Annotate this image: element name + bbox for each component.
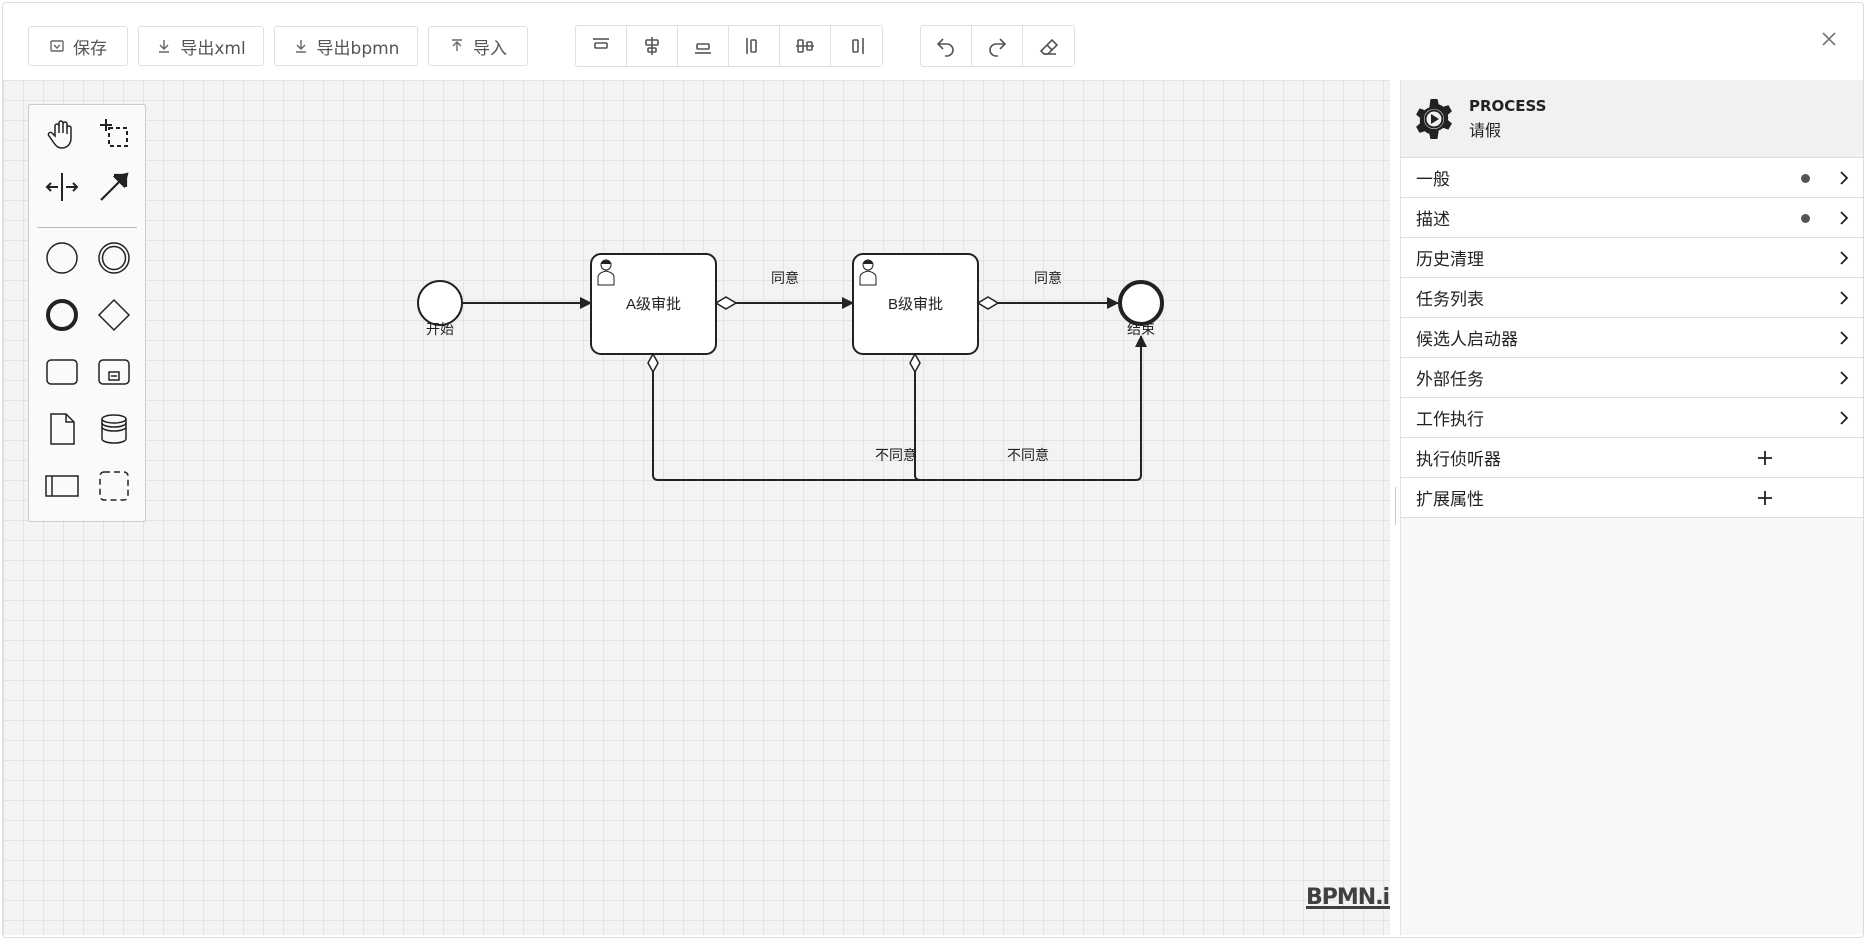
- panel-group-label: 历史清理: [1416, 250, 1484, 270]
- has-entries-dot: [1801, 214, 1810, 223]
- process-gear-icon: [1416, 98, 1452, 139]
- panel-group-label: 一般: [1416, 170, 1450, 190]
- panel-group-label: 描述: [1416, 210, 1450, 230]
- plus-icon[interactable]: [1756, 449, 1774, 467]
- export-bpmn-button[interactable]: 导出bpmn: [274, 26, 418, 66]
- redo-button[interactable]: [972, 26, 1023, 66]
- task-a-level-approval[interactable]: A级审批: [590, 253, 717, 355]
- properties-panel: PROCESS 请假 一般描述历史清理任务列表候选人启动器 外部任务工作执行执行侦…: [1400, 80, 1863, 935]
- diagram-canvas[interactable]: 开始 A级审批 同意 B级审批 同意 不同意 不同意 结束 BPMN.i: [3, 80, 1390, 935]
- flow-agree-label-2: 同意: [1034, 270, 1062, 286]
- download-icon: [295, 40, 306, 53]
- chevron-right-icon[interactable]: [1837, 250, 1851, 266]
- align-right-button[interactable]: [831, 26, 882, 66]
- panel-group-label: 工作执行: [1416, 410, 1484, 430]
- panel-group-label: 任务列表: [1416, 290, 1484, 310]
- import-label: 导入: [473, 38, 507, 59]
- conditional-flow-diamond: [647, 352, 659, 374]
- bpmn-diagram: 开始 A级审批 同意 B级审批 同意 不同意 不同意 结束: [417, 253, 1164, 481]
- eraser-icon: [1039, 38, 1058, 55]
- element-type: PROCESS: [1469, 96, 1547, 115]
- align-center-icon: [796, 39, 814, 53]
- panel-group-label: 扩展属性: [1416, 490, 1484, 510]
- task-b-label: B级审批: [888, 296, 943, 313]
- panel-group-2[interactable]: 历史清理: [1401, 238, 1863, 278]
- align-bottom-button[interactable]: [678, 26, 729, 66]
- align-middle-icon: [645, 37, 659, 55]
- panel-group-1[interactable]: 描述: [1401, 198, 1863, 238]
- import-button[interactable]: 导入: [428, 26, 528, 66]
- chevron-right-icon[interactable]: [1837, 370, 1851, 386]
- task-a-label: A级审批: [626, 296, 681, 313]
- chevron-right-icon[interactable]: [1837, 410, 1851, 426]
- panel-group-8[interactable]: 扩展属性: [1401, 478, 1863, 518]
- align-top-button[interactable]: [576, 26, 627, 66]
- panel-header: PROCESS 请假: [1401, 80, 1863, 158]
- align-button-group: [575, 25, 883, 67]
- panel-group-label: 执行侦听器: [1416, 450, 1501, 470]
- undo-icon: [936, 38, 954, 57]
- export-bpmn-label: 导出bpmn: [316, 38, 400, 59]
- flow-disagree-label-2: 不同意: [1007, 447, 1049, 463]
- align-left-button[interactable]: [729, 26, 780, 66]
- history-button-group: [920, 25, 1075, 67]
- close-icon[interactable]: [1818, 28, 1840, 50]
- conditional-flow-diamond: [714, 296, 738, 310]
- save-icon: [50, 40, 64, 52]
- redo-icon: [989, 38, 1007, 57]
- align-top-icon: [593, 38, 609, 49]
- clear-button[interactable]: [1023, 26, 1074, 66]
- chevron-right-icon[interactable]: [1837, 210, 1851, 226]
- bpmn-io-logo[interactable]: BPMN.io: [1306, 885, 1390, 910]
- panel-group-6[interactable]: 工作执行: [1401, 398, 1863, 438]
- download-icon: [159, 40, 170, 53]
- plus-icon[interactable]: [1756, 489, 1774, 507]
- panel-group-4[interactable]: 候选人启动器: [1401, 318, 1863, 358]
- task-b-level-approval[interactable]: B级审批: [852, 253, 979, 355]
- panel-group-3[interactable]: 任务列表: [1401, 278, 1863, 318]
- upload-icon: [452, 39, 462, 51]
- save-button[interactable]: 保存: [28, 26, 128, 66]
- align-center-button[interactable]: [780, 26, 831, 66]
- element-name: 请假: [1469, 120, 1502, 140]
- end-event[interactable]: [1118, 280, 1164, 326]
- chevron-right-icon[interactable]: [1837, 170, 1851, 186]
- panel-group-label: 外部任务: [1416, 370, 1484, 390]
- panel-group-5[interactable]: 外部任务: [1401, 358, 1863, 398]
- panel-group-0[interactable]: 一般: [1401, 158, 1863, 198]
- export-xml-button[interactable]: 导出xml: [138, 26, 264, 66]
- align-middle-button[interactable]: [627, 26, 678, 66]
- flow-agree-label-1: 同意: [771, 270, 799, 286]
- end-event-label: 结束: [1127, 321, 1155, 337]
- panel-header-text: PROCESS 请假: [1469, 97, 1546, 141]
- align-left-icon: [746, 38, 757, 54]
- align-bottom-icon: [695, 43, 711, 54]
- export-xml-label: 导出xml: [180, 38, 246, 59]
- conditional-flow-diamond: [976, 296, 1000, 310]
- chevron-right-icon[interactable]: [1837, 330, 1851, 346]
- panel-groups: 一般描述历史清理任务列表候选人启动器 外部任务工作执行执行侦听器扩展属性: [1401, 158, 1863, 518]
- save-label: 保存: [73, 38, 107, 59]
- align-right-icon: [851, 38, 864, 54]
- conditional-flow-diamond: [909, 352, 921, 374]
- flow-disagree-label-1: 不同意: [875, 447, 917, 463]
- panel-group-label: 候选人启动器: [1416, 330, 1518, 350]
- undo-button[interactable]: [921, 26, 972, 66]
- start-event[interactable]: [417, 280, 463, 326]
- panel-group-7[interactable]: 执行侦听器: [1401, 438, 1863, 478]
- has-entries-dot: [1801, 174, 1810, 183]
- chevron-right-icon[interactable]: [1837, 290, 1851, 306]
- start-event-label: 开始: [426, 321, 454, 337]
- toolbar: 保存 导出xml 导出bpmn 导入: [0, 0, 1866, 80]
